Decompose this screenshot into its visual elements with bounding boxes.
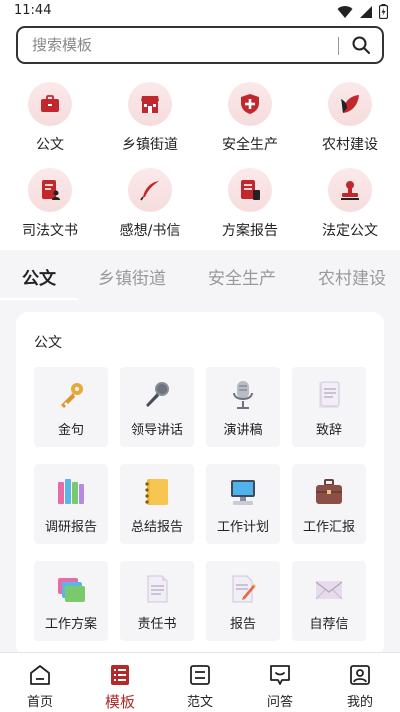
tab-anquan[interactable]: 安全生产 <box>208 264 276 289</box>
template-item-jihua[interactable]: 工作计划 <box>206 464 280 544</box>
template-item-fangan[interactable]: 工作方案 <box>34 561 108 641</box>
search-divider <box>338 37 339 55</box>
quick-link-label: 农村建设 <box>322 137 378 153</box>
computer-icon <box>231 480 255 505</box>
tab-nongcun[interactable]: 农村建设 <box>318 264 386 289</box>
quick-link-label: 方案报告 <box>222 223 278 239</box>
category-quick-links: 公文 乡镇街道 安全生产 农村建设 司法文书 感想/书信 方案报告 法定公文 <box>0 78 400 248</box>
document-person-icon <box>28 168 72 212</box>
key-icon <box>61 383 83 408</box>
nav-qa[interactable]: 问答 <box>240 659 320 711</box>
search-input[interactable] <box>32 34 332 56</box>
quick-link-sifa[interactable]: 司法文书 <box>0 164 100 244</box>
quick-link-fangan[interactable]: 方案报告 <box>200 164 300 244</box>
signal-icon <box>359 4 373 23</box>
active-tab-indicator <box>0 298 78 300</box>
envelope-icon <box>315 581 343 600</box>
template-item-label: 致辞 <box>315 423 342 438</box>
notebook-icon <box>145 479 168 505</box>
pencil-doc-icon <box>232 575 256 603</box>
nav-home[interactable]: 首页 <box>0 659 80 711</box>
nav-label: 我的 <box>346 695 373 710</box>
shield-icon <box>228 82 272 126</box>
template-item-label: 报告 <box>229 617 256 632</box>
template-item-zerenshu[interactable]: 责任书 <box>120 561 194 641</box>
suitcase-icon <box>316 479 342 504</box>
template-item-baogao[interactable]: 报告 <box>206 561 280 641</box>
studio-mic-icon <box>233 381 253 409</box>
quick-link-label: 司法文书 <box>22 223 78 239</box>
nav-template[interactable]: 模板 <box>80 659 160 711</box>
template-item-label: 调研报告 <box>44 520 97 535</box>
storefront-icon <box>128 82 172 126</box>
template-item-diaoyan[interactable]: 调研报告 <box>34 464 108 544</box>
quick-link-anquan[interactable]: 安全生产 <box>200 78 300 158</box>
status-time: 11:44 <box>14 3 52 18</box>
template-item-label: 总结报告 <box>130 520 183 535</box>
leaf-icon <box>328 82 372 126</box>
nav-label: 首页 <box>26 695 53 710</box>
quick-link-label: 法定公文 <box>322 223 378 239</box>
nav-label: 问答 <box>266 695 293 710</box>
template-item-huibao[interactable]: 工作汇报 <box>292 464 366 544</box>
quick-link-nongcun[interactable]: 农村建设 <box>300 78 400 158</box>
binders-icon <box>58 479 84 504</box>
template-item-label: 工作汇报 <box>302 520 355 535</box>
template-item-label: 自荐信 <box>309 617 349 632</box>
stamp-icon <box>328 168 372 212</box>
home-icon <box>30 665 50 685</box>
chat-icon <box>270 665 290 685</box>
template-item-jinju[interactable]: 金句 <box>34 367 108 447</box>
search-bar <box>16 26 384 64</box>
folders-icon <box>58 578 85 602</box>
template-card: 公文 金句 领导讲话 演讲稿 致辞 调研报告 总结报告 工作计划 工作汇报 工作… <box>16 312 384 657</box>
nav-article[interactable]: 范文 <box>160 659 240 711</box>
nav-label: 范文 <box>186 695 213 710</box>
tab-xiangzhen[interactable]: 乡镇街道 <box>98 264 166 289</box>
document-icon <box>147 575 168 603</box>
quick-link-label: 乡镇街道 <box>122 137 178 153</box>
template-item-zijianxin[interactable]: 自荐信 <box>292 561 366 641</box>
nav-label: 模板 <box>104 693 135 711</box>
template-item-label: 领导讲话 <box>130 423 183 438</box>
category-tabs: 公文 乡镇街道 安全生产 农村建设 <box>0 250 400 300</box>
profile-icon <box>350 665 370 685</box>
card-title: 公文 <box>34 335 62 351</box>
template-panel: 公文 乡镇街道 安全生产 农村建设 公文 金句 领导讲话 演讲稿 致辞 调研报告 <box>0 250 400 712</box>
quill-icon <box>128 168 172 212</box>
microphone-icon <box>146 382 169 407</box>
bottom-navigation: 首页 模板 范文 问答 我的 <box>0 652 400 712</box>
article-icon <box>190 665 210 685</box>
template-item-label: 演讲稿 <box>223 423 263 438</box>
page-icon <box>319 381 340 408</box>
battery-icon <box>378 4 389 23</box>
template-item-label: 金句 <box>57 423 84 438</box>
template-item-zongjie[interactable]: 总结报告 <box>120 464 194 544</box>
tab-gongwen[interactable]: 公文 <box>22 264 56 289</box>
quick-link-label: 安全生产 <box>222 137 278 153</box>
template-item-label: 工作计划 <box>216 520 269 535</box>
template-item-yanjiang[interactable]: 演讲稿 <box>206 367 280 447</box>
status-bar: 11:44 <box>0 0 400 24</box>
search-icon[interactable] <box>351 35 371 55</box>
template-item-lingdao[interactable]: 领导讲话 <box>120 367 194 447</box>
template-item-label: 工作方案 <box>44 617 97 632</box>
briefcase-icon <box>28 82 72 126</box>
template-icon <box>111 665 129 685</box>
quick-link-gongwen[interactable]: 公文 <box>0 78 100 158</box>
template-item-label: 责任书 <box>137 617 177 632</box>
quick-link-ganxiang[interactable]: 感想/书信 <box>100 164 200 244</box>
template-item-zhici[interactable]: 致辞 <box>292 367 366 447</box>
report-icon <box>228 168 272 212</box>
nav-profile[interactable]: 我的 <box>320 659 400 711</box>
quick-link-label: 感想/书信 <box>119 223 181 239</box>
wifi-icon <box>337 4 353 23</box>
quick-link-xiangzhen[interactable]: 乡镇街道 <box>100 78 200 158</box>
quick-link-fading[interactable]: 法定公文 <box>300 164 400 244</box>
quick-link-label: 公文 <box>36 137 64 153</box>
status-icons <box>337 4 389 23</box>
